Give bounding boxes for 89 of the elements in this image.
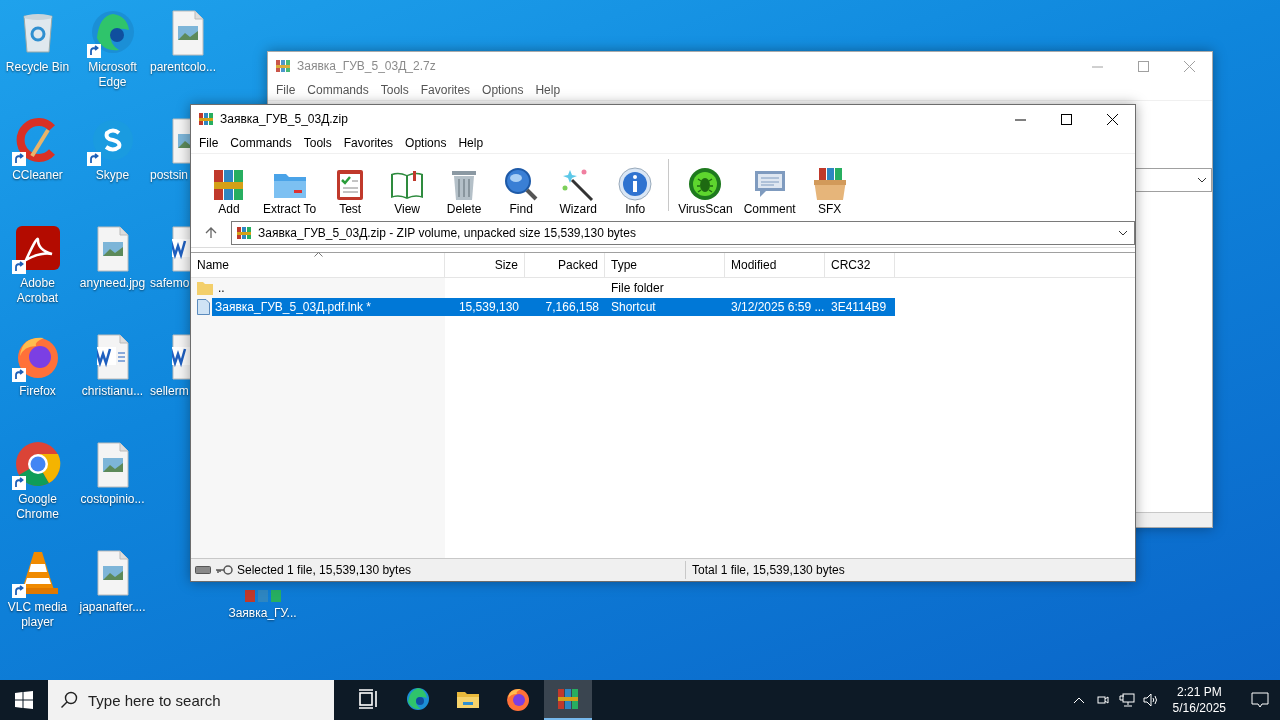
archive-icon xyxy=(198,111,214,127)
image-icon xyxy=(172,10,204,56)
dropdown-chevron-icon xyxy=(1118,230,1128,236)
bug-icon xyxy=(687,166,724,202)
desktop-icon-label[interactable]: christianu... xyxy=(81,384,144,399)
box-icon xyxy=(811,166,848,202)
desktop-icon-label[interactable]: Firefox xyxy=(19,384,56,399)
table-cell-text: File folder xyxy=(610,279,665,297)
image-icon xyxy=(96,442,129,488)
chevron-up-icon xyxy=(1072,696,1085,704)
status-text: Total 1 file, 15,539,130 bytes xyxy=(692,563,845,577)
key-icon xyxy=(215,565,233,575)
menu-item[interactable]: Commands xyxy=(224,136,298,150)
archive-icon xyxy=(244,590,281,602)
dropdown-chevron-icon xyxy=(1197,177,1207,183)
toolbar-button[interactable]: VirusScan xyxy=(675,166,736,216)
menu-item[interactable]: File xyxy=(270,83,302,97)
menu-item[interactable]: Tools xyxy=(374,83,415,97)
table-cell: 3E4114B9 xyxy=(825,297,895,316)
toolbar-button[interactable]: Find xyxy=(495,166,548,216)
toolbar-button[interactable]: Delete xyxy=(438,166,491,216)
file-row[interactable]: .. File folder xyxy=(191,278,1135,297)
table-cell: 15,539,130 xyxy=(445,297,525,316)
archive-icon xyxy=(555,686,581,712)
archive-icon xyxy=(275,58,291,74)
camera-icon xyxy=(1095,693,1110,707)
toolbar-button[interactable]: Add xyxy=(203,166,255,216)
address-dropdown[interactable]: Заявка_ГУВ_5_03Д.zip - ZIP volume, unpacked size 15,539,130 bytes xyxy=(231,221,1135,245)
file-row[interactable]: Заявка_ГУВ_5_03Д.pdf.lnk * 15,539,130 7,166,158 Shortcut 3/12/2025 6:59 ... 3E4114B9 xyxy=(191,297,1135,316)
menu-item[interactable]: Options xyxy=(476,83,530,97)
drive-icon xyxy=(195,566,211,574)
column-header[interactable]: Type xyxy=(605,253,725,277)
menu-item[interactable]: Favorites xyxy=(337,136,400,150)
maximize-icon xyxy=(1137,60,1149,72)
close-icon xyxy=(1106,113,1118,125)
table-cell: 3/12/2025 6:59 ... xyxy=(725,297,825,316)
search-field[interactable]: Type here to search xyxy=(48,680,334,720)
column-header[interactable]: Packed xyxy=(525,253,605,277)
toolbar-button[interactable]: View xyxy=(381,166,434,216)
desktop-icon-label[interactable]: safemo xyxy=(150,276,190,291)
menu-item[interactable]: Options xyxy=(399,136,453,150)
status-text: Selected 1 file, 15,539,130 bytes xyxy=(237,563,412,577)
maximize-icon xyxy=(1060,113,1072,125)
up-arrow-icon xyxy=(205,227,217,239)
image-icon xyxy=(96,226,129,272)
window-title: Заявка_ГУВ_5_03Д.zip xyxy=(220,112,349,126)
menu-item[interactable]: Favorites xyxy=(414,83,477,97)
search-icon xyxy=(60,691,78,709)
edge-icon xyxy=(405,686,431,712)
menu-item[interactable]: File xyxy=(193,136,225,150)
network-icon xyxy=(1118,693,1135,707)
menu-item[interactable]: Help xyxy=(529,83,567,97)
chrome-icon xyxy=(13,440,62,488)
toolbar-button[interactable]: Wizard xyxy=(552,166,605,216)
menu-item[interactable]: Help xyxy=(452,136,490,150)
desktop-icon-label[interactable]: costopinio... xyxy=(80,492,145,507)
column-header[interactable]: Name xyxy=(191,253,445,277)
acrobat-icon xyxy=(13,224,62,272)
speech-bubble-icon xyxy=(1251,692,1269,708)
close-icon xyxy=(1183,60,1195,72)
toolbar-button[interactable]: Test xyxy=(324,166,377,216)
window-title: Заявка_ГУВ_5_03Д_2.7z xyxy=(297,59,437,73)
clock[interactable]: 2:21 PM 5/16/2025 xyxy=(1172,684,1226,716)
toolbar-button[interactable]: Comment xyxy=(740,166,799,216)
toolbar-button[interactable]: SFX xyxy=(803,166,856,216)
menu-item[interactable]: Commands xyxy=(301,83,375,97)
windows-logo-icon xyxy=(15,691,33,709)
table-cell: 7,166,158 xyxy=(525,297,605,316)
desktop-icon-label[interactable]: japanafter.... xyxy=(79,600,146,615)
archive-icon xyxy=(236,225,252,241)
desktop-icon-label[interactable]: Заявка_ГУ... xyxy=(228,606,297,621)
image-icon xyxy=(96,550,129,596)
desktop-icon-label[interactable]: VLC media player xyxy=(0,600,75,630)
column-header[interactable]: Size xyxy=(445,253,525,277)
column-header[interactable]: CRC32 xyxy=(825,253,895,277)
speaker-icon xyxy=(1142,693,1159,707)
menu-item[interactable]: Tools xyxy=(297,136,338,150)
file-name: .. xyxy=(217,279,226,297)
column-header[interactable]: Modified xyxy=(725,253,825,277)
file-icon xyxy=(197,298,210,315)
magnifier-icon xyxy=(503,166,540,202)
desktop-icon-label[interactable]: sellerm xyxy=(150,384,189,399)
firefox-icon xyxy=(505,686,531,712)
desktop-icon-label[interactable]: Google Chrome xyxy=(0,492,75,522)
word-icon xyxy=(96,334,129,380)
toolbar-button[interactable]: Extract To xyxy=(260,166,320,216)
info-icon xyxy=(617,166,654,202)
table-cell: Shortcut xyxy=(605,297,725,316)
toolbar-button[interactable]: Info xyxy=(609,166,662,216)
